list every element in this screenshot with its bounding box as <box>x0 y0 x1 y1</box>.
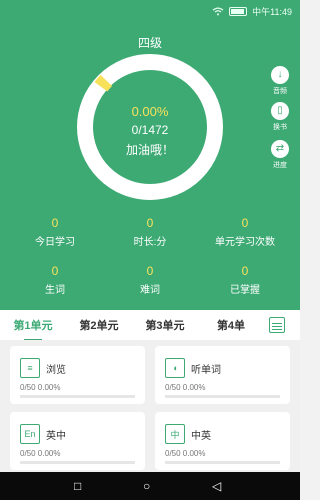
stat-value: 0 <box>146 216 154 230</box>
card-progress-bar <box>165 461 280 464</box>
card-meta: 0/50 0.00% <box>165 449 206 458</box>
card-meta: 0/50 0.00% <box>165 383 206 392</box>
card-title: 浏览 <box>46 364 66 376</box>
card-progress-bar <box>20 395 135 398</box>
card-browse[interactable]: ≡ 浏览 0/50 0.00% <box>10 346 145 404</box>
card-header: 中 中英 <box>165 424 211 444</box>
wifi-icon <box>212 7 224 16</box>
home-icon[interactable]: ○ <box>143 479 150 493</box>
stat-duration: 0 时长:分 <box>100 216 200 248</box>
zh-icon: 中 <box>165 424 185 444</box>
progress-button[interactable]: ⇄ 进度 <box>268 140 292 170</box>
change-book-label: 换书 <box>273 124 287 131</box>
unit-tabs: 第1单元 第2单元 第3单元 第4单 <box>0 310 300 341</box>
download-icon: ↓ <box>271 66 289 84</box>
stat-today: 0 今日学习 <box>5 216 105 248</box>
card-header: ≡ 浏览 <box>20 358 66 378</box>
card-title: 英中 <box>46 430 66 442</box>
swap-icon: ⇄ <box>271 140 289 158</box>
card-header: ◖ 听单词 <box>165 358 221 378</box>
audio-label: 音频 <box>273 88 287 95</box>
progress-percent: 0.00% <box>131 104 169 119</box>
stat-label: 今日学习 <box>35 237 75 248</box>
stat-label: 生词 <box>45 285 65 296</box>
status-bar: 中午11:49 <box>0 0 300 22</box>
stat-label: 难词 <box>140 285 160 296</box>
change-book-button[interactable]: ▯ 换书 <box>268 102 292 132</box>
tab-unit-3[interactable]: 第3单元 <box>132 317 198 333</box>
stat-unit-sessions: 0 单元学习次数 <box>195 216 295 248</box>
page-title: 四级 <box>137 36 162 50</box>
card-zh-to-en[interactable]: 中 中英 0/50 0.00% <box>155 412 290 470</box>
book-icon: ▯ <box>271 102 289 120</box>
stat-value: 0 <box>241 216 249 230</box>
card-progress-bar <box>20 461 135 464</box>
headphones-icon: ◖ <box>165 358 185 378</box>
en-icon: En <box>20 424 40 444</box>
stat-value: 0 <box>51 216 59 230</box>
stat-value: 0 <box>146 264 154 278</box>
card-title: 中英 <box>191 430 211 442</box>
card-header: En 英中 <box>20 424 66 444</box>
battery-icon <box>229 6 248 16</box>
document-icon: ≡ <box>20 358 40 378</box>
stat-label: 单元学习次数 <box>215 237 275 248</box>
card-title: 听单词 <box>191 364 221 376</box>
calendar-icon[interactable] <box>269 317 285 333</box>
stat-value: 0 <box>241 264 249 278</box>
audio-button[interactable]: ↓ 音频 <box>268 66 292 96</box>
study-mode-cards: ≡ 浏览 0/50 0.00% ◖ 听单词 0/50 0.00% En 英中 0… <box>0 340 300 472</box>
stat-value: 0 <box>51 264 59 278</box>
back-icon[interactable]: ◁ <box>212 479 221 493</box>
tab-unit-1[interactable]: 第1单元 <box>0 317 66 341</box>
stat-new-words[interactable]: 0 生词 <box>5 264 105 296</box>
card-listen[interactable]: ◖ 听单词 0/50 0.00% <box>155 346 290 404</box>
tab-unit-2[interactable]: 第2单元 <box>66 317 132 333</box>
recent-apps-icon[interactable]: □ <box>74 479 81 493</box>
progress-count: 0/1472 <box>131 123 169 137</box>
progress-label: 进度 <box>273 162 287 169</box>
cheer-text: 加油哦！ <box>125 143 174 157</box>
card-progress-bar <box>165 395 280 398</box>
progress-summary: 0.00% 0/1472 加油哦！ <box>75 52 225 202</box>
card-meta: 0/50 0.00% <box>20 383 61 392</box>
stat-hard-words[interactable]: 0 难词 <box>100 264 200 296</box>
stat-label: 已掌握 <box>230 285 260 296</box>
tab-unit-4[interactable]: 第4单 <box>198 317 264 333</box>
card-meta: 0/50 0.00% <box>20 449 61 458</box>
header-area: 中午11:49 四级 0.00% 0/1472 加油哦！ ↓ 音频 ▯ 换书 ⇄… <box>0 0 300 310</box>
stat-label: 时长:分 <box>133 237 167 248</box>
status-time: 中午11:49 <box>252 6 292 17</box>
system-navigation-bar: □ ○ ◁ <box>0 472 300 500</box>
card-en-to-zh[interactable]: En 英中 0/50 0.00% <box>10 412 145 470</box>
stat-mastered[interactable]: 0 已掌握 <box>195 264 295 296</box>
